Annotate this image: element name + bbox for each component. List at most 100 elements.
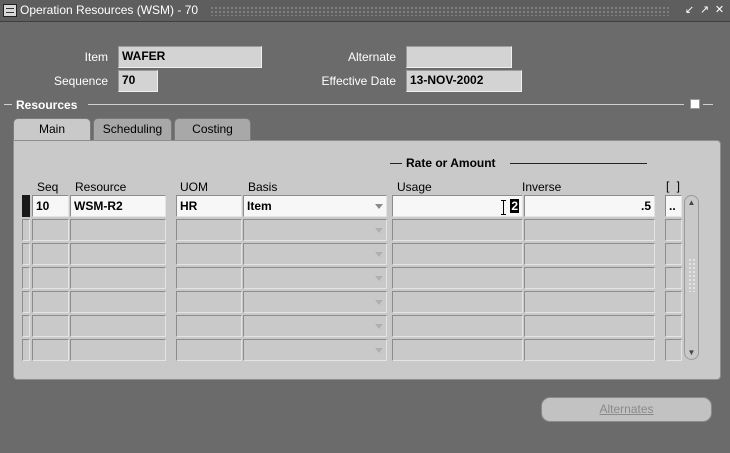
seq-cell[interactable]	[32, 315, 69, 337]
chevron-down-icon[interactable]	[375, 276, 383, 281]
inverse-cell[interactable]: .5	[524, 195, 655, 217]
resource-cell[interactable]	[70, 339, 166, 361]
row-indicator[interactable]	[22, 315, 30, 337]
resource-cell[interactable]	[70, 219, 166, 241]
resource-cell[interactable]	[70, 243, 166, 265]
alternates-button[interactable]: Alternates	[541, 397, 712, 422]
resource-cell[interactable]: WSM-R2	[70, 195, 166, 217]
effective-date-field[interactable]: 13-NOV-2002	[406, 70, 522, 92]
alternates-button-label: Alternates	[599, 402, 654, 416]
basis-combo[interactable]	[243, 243, 387, 265]
text-cursor-icon	[501, 200, 507, 216]
rate-or-amount-header: Rate or Amount	[406, 156, 496, 170]
usage-cell[interactable]	[392, 291, 523, 313]
seq-cell[interactable]: 10	[32, 195, 69, 217]
dflex-cell[interactable]	[665, 219, 682, 241]
dflex-cell[interactable]: ..	[665, 195, 682, 217]
scroll-down-icon[interactable]: ▼	[686, 347, 697, 358]
alternate-field[interactable]	[406, 46, 512, 68]
chevron-down-icon[interactable]	[375, 300, 383, 305]
dflex-cell[interactable]	[665, 243, 682, 265]
column-header-uom: UOM	[180, 180, 208, 194]
dflex-cell[interactable]	[665, 339, 682, 361]
basis-combo[interactable]	[243, 339, 387, 361]
section-collapse-icon[interactable]	[690, 99, 700, 109]
uom-cell-text: HR	[180, 199, 198, 213]
seq-cell[interactable]	[32, 243, 69, 265]
chevron-down-icon[interactable]	[375, 252, 383, 257]
row-indicator[interactable]	[22, 267, 30, 289]
minimize-icon[interactable]: ↙	[683, 4, 696, 17]
dflex-cell[interactable]	[665, 267, 682, 289]
seq-cell[interactable]	[32, 339, 69, 361]
section-divider	[88, 104, 684, 105]
seq-cell[interactable]	[32, 291, 69, 313]
uom-cell[interactable]: HR	[176, 195, 242, 217]
row-indicator[interactable]	[22, 339, 30, 361]
column-header-usage: Usage	[397, 180, 432, 194]
row-indicator[interactable]	[22, 195, 30, 217]
maximize-icon[interactable]: ↗	[698, 4, 711, 17]
column-header-inverse: Inverse	[522, 180, 562, 194]
row-indicator[interactable]	[22, 291, 30, 313]
column-header-basis: Basis	[248, 180, 278, 194]
tab-costing[interactable]: Costing	[174, 118, 251, 140]
inverse-cell[interactable]	[524, 267, 655, 289]
group-divider	[510, 163, 647, 164]
dflex-cell[interactable]	[665, 315, 682, 337]
scroll-thumb-grip[interactable]	[688, 258, 695, 292]
usage-cell[interactable]	[392, 267, 523, 289]
basis-combo[interactable]	[243, 291, 387, 313]
usage-cell[interactable]	[392, 339, 523, 361]
usage-cell[interactable]	[392, 219, 523, 241]
chevron-down-icon[interactable]	[375, 348, 383, 353]
section-divider	[703, 104, 713, 105]
sequence-field[interactable]: 70	[118, 70, 158, 92]
resource-cell[interactable]	[70, 291, 166, 313]
seq-cell[interactable]	[32, 267, 69, 289]
column-header-seq: Seq	[37, 180, 59, 194]
title-bar: Operation Resources (WSM) - 70 ↙ ↗ ✕	[0, 0, 730, 22]
item-label: Item	[84, 50, 108, 64]
seq-cell-text: 10	[36, 199, 50, 213]
section-divider	[4, 104, 12, 105]
inverse-cell[interactable]	[524, 219, 655, 241]
row-indicator[interactable]	[22, 243, 30, 265]
inverse-cell[interactable]	[524, 339, 655, 361]
usage-cell-text: 2	[510, 199, 519, 213]
basis-combo[interactable]	[243, 267, 387, 289]
tab-main[interactable]: Main	[13, 118, 91, 141]
uom-cell[interactable]	[176, 291, 242, 313]
basis-combo[interactable]: Item	[243, 195, 387, 217]
descriptive-flexfield-header: [ ]	[666, 179, 683, 193]
inverse-cell[interactable]	[524, 315, 655, 337]
usage-cell[interactable]	[392, 243, 523, 265]
resources-section-title: Resources	[16, 98, 78, 112]
uom-cell[interactable]	[176, 315, 242, 337]
chevron-down-icon[interactable]	[375, 324, 383, 329]
title-bar-grip[interactable]	[210, 6, 670, 16]
usage-cell[interactable]	[392, 315, 523, 337]
close-icon[interactable]: ✕	[713, 4, 726, 17]
resource-cell[interactable]	[70, 315, 166, 337]
inverse-cell[interactable]	[524, 243, 655, 265]
tab-scheduling[interactable]: Scheduling	[93, 118, 172, 140]
basis-combo-text: Item	[247, 199, 272, 213]
inverse-cell[interactable]	[524, 291, 655, 313]
resource-cell[interactable]	[70, 267, 166, 289]
uom-cell[interactable]	[176, 243, 242, 265]
basis-combo[interactable]	[243, 219, 387, 241]
basis-combo[interactable]	[243, 315, 387, 337]
item-field[interactable]: WAFER	[118, 46, 262, 68]
uom-cell[interactable]	[176, 339, 242, 361]
uom-cell[interactable]	[176, 267, 242, 289]
window-title: Operation Resources (WSM) - 70	[20, 3, 199, 17]
chevron-down-icon[interactable]	[375, 228, 383, 233]
uom-cell[interactable]	[176, 219, 242, 241]
chevron-down-icon[interactable]	[375, 204, 383, 209]
dflex-cell[interactable]	[665, 291, 682, 313]
row-indicator[interactable]	[22, 219, 30, 241]
scroll-up-icon[interactable]: ▲	[686, 197, 697, 208]
seq-cell[interactable]	[32, 219, 69, 241]
resource-cell-text: WSM-R2	[74, 199, 123, 213]
